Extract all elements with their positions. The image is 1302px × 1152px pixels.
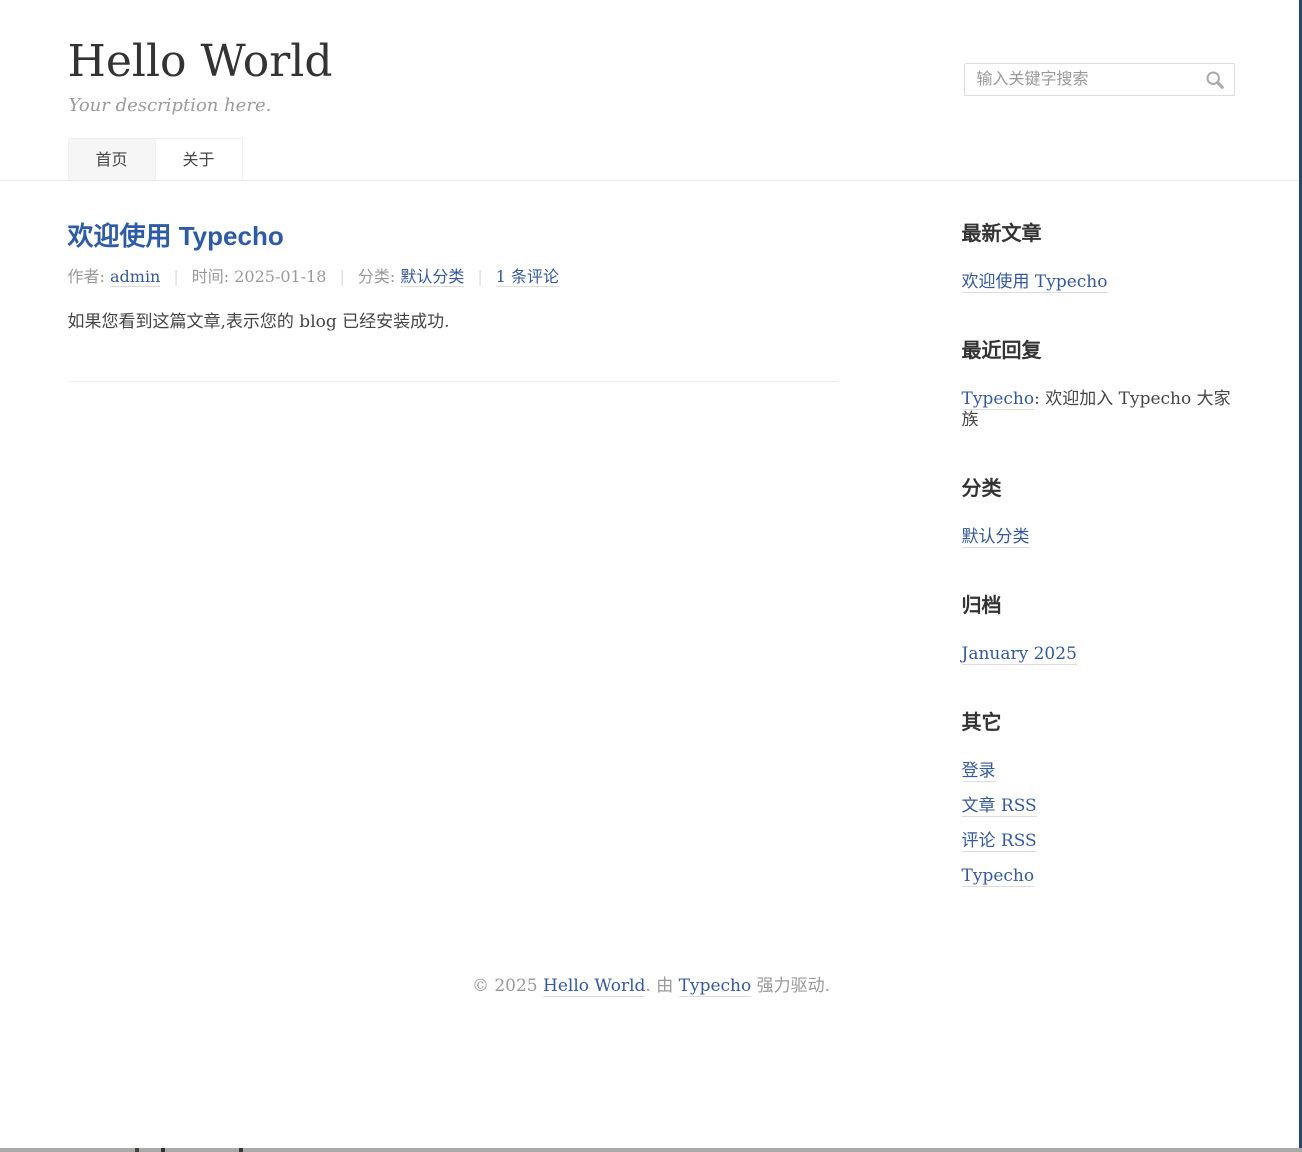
search-icon xyxy=(1205,70,1225,90)
list-item: 登录 xyxy=(962,761,1235,782)
list-item: 默认分类 xyxy=(962,527,1235,548)
widget-title-recent-replies: 最近回复 xyxy=(962,337,1235,363)
search-button[interactable] xyxy=(1201,67,1229,92)
footer-engine-link[interactable]: Typecho xyxy=(679,976,752,997)
site-header: Hello World Your description here. xyxy=(0,0,1302,181)
widget-recent-replies: 最近回复 Typecho: 欢迎加入 Typecho 大家族 xyxy=(962,337,1235,431)
copyright-prefix: © 2025 xyxy=(472,976,543,996)
nav-item-about: 关于 xyxy=(155,138,243,180)
category-label: 分类: xyxy=(358,267,400,286)
site-title: Hello World xyxy=(68,38,333,86)
nav-item-home: 首页 xyxy=(68,138,156,180)
site-branding: Hello World Your description here. xyxy=(68,38,333,116)
category-link[interactable]: 默认分类 xyxy=(400,267,464,287)
post-meta: 作者: admin | 时间: 2025-01-18 | 分类: 默认分类 | 1 条评论 xyxy=(68,266,838,288)
author-label: 作者: xyxy=(68,267,110,286)
nav-link-home[interactable]: 首页 xyxy=(69,139,155,180)
copyright-suffix: 强力驱动. xyxy=(751,976,830,996)
taskbar-speck xyxy=(161,1148,165,1152)
widget-title-archives: 归档 xyxy=(962,592,1235,618)
comments-link[interactable]: 1 条评论 xyxy=(496,267,559,287)
category-sidebar-link[interactable]: 默认分类 xyxy=(962,527,1030,548)
list-item: January 2025 xyxy=(962,644,1235,665)
meta-separator: | xyxy=(173,267,178,286)
site-title-link[interactable]: Hello World xyxy=(68,36,333,87)
copyright: © 2025 Hello World. 由 Typecho 强力驱动. xyxy=(0,971,1302,996)
list-item: Typecho xyxy=(962,866,1235,887)
nav-link-about[interactable]: 关于 xyxy=(156,139,242,180)
list-item: 评论 RSS xyxy=(962,831,1235,852)
copyright-mid: . 由 xyxy=(645,976,678,996)
widget-title-misc: 其它 xyxy=(962,709,1235,735)
site-footer: © 2025 Hello World. 由 Typecho 强力驱动. xyxy=(0,931,1302,1056)
widget-title-latest-posts: 最新文章 xyxy=(962,220,1235,246)
typecho-link[interactable]: Typecho xyxy=(962,866,1035,887)
list-item: 欢迎使用 Typecho xyxy=(962,272,1235,293)
latest-post-link[interactable]: 欢迎使用 Typecho xyxy=(962,272,1108,293)
post-body: 如果您看到这篇文章,表示您的 blog 已经安装成功. xyxy=(68,310,838,336)
widget-title-categories: 分类 xyxy=(962,475,1235,501)
content-area: 欢迎使用 Typecho 作者: admin | 时间: 2025-01-18 | 分类… xyxy=(68,181,1235,931)
list-item: 文章 RSS xyxy=(962,796,1235,817)
posts-rss-link[interactable]: 文章 RSS xyxy=(962,796,1037,817)
site-description: Your description here. xyxy=(69,95,333,116)
main-nav: 首页 关于 xyxy=(68,138,1235,180)
archive-link[interactable]: January 2025 xyxy=(962,644,1077,665)
post: 欢迎使用 Typecho 作者: admin | 时间: 2025-01-18 | 分类… xyxy=(68,220,838,382)
sidebar: 最新文章 欢迎使用 Typecho 最近回复 Typecho: 欢迎加入 Typ… xyxy=(962,181,1235,931)
meta-separator: | xyxy=(339,267,344,286)
recent-reply: Typecho: 欢迎加入 Typecho 大家族 xyxy=(962,389,1235,431)
widget-archives: 归档 January 2025 xyxy=(962,592,1235,665)
post-date: 2025-01-18 xyxy=(234,267,326,286)
widget-misc: 其它 登录 文章 RSS 评论 RSS Typecho xyxy=(962,709,1235,887)
taskbar-speck xyxy=(135,1148,139,1152)
widget-latest-posts: 最新文章 欢迎使用 Typecho xyxy=(962,220,1235,293)
widget-categories: 分类 默认分类 xyxy=(962,475,1235,548)
search-box xyxy=(964,63,1235,96)
post-title: 欢迎使用 Typecho xyxy=(68,220,838,253)
post-list: 欢迎使用 Typecho 作者: admin | 时间: 2025-01-18 | 分类… xyxy=(68,181,838,382)
taskbar-edge xyxy=(0,1148,1302,1152)
blog-page: Hello World Your description here. xyxy=(0,0,1302,1056)
taskbar-speck xyxy=(239,1148,243,1152)
meta-separator: | xyxy=(477,267,482,286)
reply-author-link[interactable]: Typecho xyxy=(962,389,1035,410)
login-link[interactable]: 登录 xyxy=(962,761,996,782)
post-title-link[interactable]: 欢迎使用 Typecho xyxy=(68,221,284,251)
post-paragraph: 如果您看到这篇文章,表示您的 blog 已经安装成功. xyxy=(68,310,838,336)
footer-site-link[interactable]: Hello World xyxy=(543,976,645,997)
author-link[interactable]: admin xyxy=(110,267,160,287)
search-input[interactable] xyxy=(964,63,1235,96)
date-label: 时间: xyxy=(192,267,234,286)
comments-rss-link[interactable]: 评论 RSS xyxy=(962,831,1037,852)
